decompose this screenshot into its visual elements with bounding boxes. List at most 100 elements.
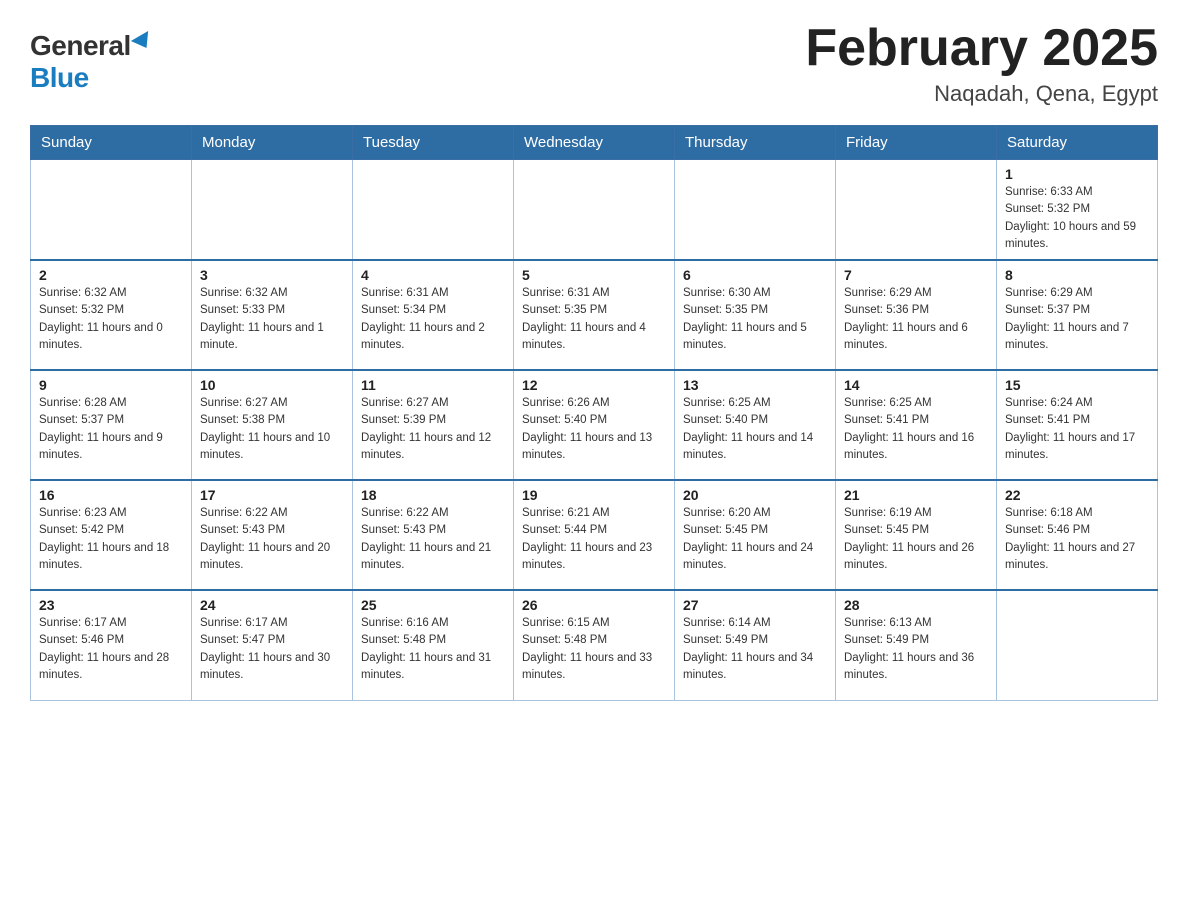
sunrise-text: Sunrise: 6:26 AM <box>522 395 666 412</box>
day-info: Sunrise: 6:31 AMSunset: 5:35 PMDaylight:… <box>522 285 666 354</box>
sunrise-text: Sunrise: 6:20 AM <box>683 505 827 522</box>
day-number: 2 <box>39 267 183 283</box>
day-number: 13 <box>683 377 827 393</box>
calendar-day-cell: 8Sunrise: 6:29 AMSunset: 5:37 PMDaylight… <box>997 260 1158 370</box>
calendar-day-cell: 9Sunrise: 6:28 AMSunset: 5:37 PMDaylight… <box>31 370 192 480</box>
calendar-day-cell: 18Sunrise: 6:22 AMSunset: 5:43 PMDayligh… <box>353 480 514 590</box>
daylight-text: Daylight: 11 hours and 21 minutes. <box>361 540 505 575</box>
day-info: Sunrise: 6:31 AMSunset: 5:34 PMDaylight:… <box>361 285 505 354</box>
day-number: 22 <box>1005 487 1149 503</box>
sunset-text: Sunset: 5:40 PM <box>522 412 666 429</box>
day-number: 21 <box>844 487 988 503</box>
sunset-text: Sunset: 5:39 PM <box>361 412 505 429</box>
day-info: Sunrise: 6:13 AMSunset: 5:49 PMDaylight:… <box>844 615 988 684</box>
day-info: Sunrise: 6:27 AMSunset: 5:39 PMDaylight:… <box>361 395 505 464</box>
header-wednesday: Wednesday <box>514 126 675 160</box>
sunrise-text: Sunrise: 6:28 AM <box>39 395 183 412</box>
sunset-text: Sunset: 5:33 PM <box>200 302 344 319</box>
daylight-text: Daylight: 11 hours and 17 minutes. <box>1005 430 1149 465</box>
daylight-text: Daylight: 11 hours and 36 minutes. <box>844 650 988 685</box>
calendar-day-cell <box>514 160 675 261</box>
sunrise-text: Sunrise: 6:27 AM <box>200 395 344 412</box>
sunset-text: Sunset: 5:36 PM <box>844 302 988 319</box>
sunrise-text: Sunrise: 6:33 AM <box>1005 184 1149 201</box>
sunrise-text: Sunrise: 6:22 AM <box>361 505 505 522</box>
day-info: Sunrise: 6:27 AMSunset: 5:38 PMDaylight:… <box>200 395 344 464</box>
sunset-text: Sunset: 5:46 PM <box>1005 522 1149 539</box>
sunrise-text: Sunrise: 6:24 AM <box>1005 395 1149 412</box>
header-friday: Friday <box>836 126 997 160</box>
day-number: 14 <box>844 377 988 393</box>
calendar-week-row: 16Sunrise: 6:23 AMSunset: 5:42 PMDayligh… <box>31 480 1158 590</box>
calendar-week-row: 23Sunrise: 6:17 AMSunset: 5:46 PMDayligh… <box>31 590 1158 700</box>
day-number: 11 <box>361 377 505 393</box>
day-number: 17 <box>200 487 344 503</box>
sunset-text: Sunset: 5:37 PM <box>39 412 183 429</box>
day-number: 9 <box>39 377 183 393</box>
day-number: 25 <box>361 597 505 613</box>
logo-general-text: General <box>30 30 131 62</box>
day-info: Sunrise: 6:19 AMSunset: 5:45 PMDaylight:… <box>844 505 988 574</box>
sunset-text: Sunset: 5:44 PM <box>522 522 666 539</box>
sunset-text: Sunset: 5:41 PM <box>844 412 988 429</box>
sunset-text: Sunset: 5:48 PM <box>522 632 666 649</box>
day-info: Sunrise: 6:30 AMSunset: 5:35 PMDaylight:… <box>683 285 827 354</box>
sunrise-text: Sunrise: 6:32 AM <box>200 285 344 302</box>
calendar-header-row: Sunday Monday Tuesday Wednesday Thursday… <box>31 126 1158 160</box>
daylight-text: Daylight: 11 hours and 12 minutes. <box>361 430 505 465</box>
daylight-text: Daylight: 11 hours and 10 minutes. <box>200 430 344 465</box>
day-info: Sunrise: 6:29 AMSunset: 5:36 PMDaylight:… <box>844 285 988 354</box>
sunrise-text: Sunrise: 6:23 AM <box>39 505 183 522</box>
calendar-day-cell: 11 Sunrise: 6:27 AMSunset: 5:39 PMDayligh… <box>353 370 514 480</box>
daylight-text: Daylight: 10 hours and 59 minutes. <box>1005 219 1149 254</box>
page-subtitle: Naqadah, Qena, Egypt <box>805 81 1158 107</box>
day-number: 1 <box>1005 166 1149 182</box>
calendar-day-cell: 12Sunrise: 6:26 AMSunset: 5:40 PMDayligh… <box>514 370 675 480</box>
sunrise-text: Sunrise: 6:31 AM <box>361 285 505 302</box>
calendar-week-row: 9 Sunrise: 6:28 AMSunset: 5:37 PM Daylight… <box>31 370 1158 480</box>
daylight-text: Daylight: 11 hours and 27 minutes. <box>1005 540 1149 575</box>
calendar-day-cell: 19 Sunrise: 6:21 AMSunset: 5:44 PMDayligh… <box>514 480 675 590</box>
day-number: 7 <box>844 267 988 283</box>
day-info: Sunrise: 6:32 AMSunset: 5:32 PMDaylight:… <box>39 285 183 354</box>
daylight-text: Daylight: 11 hours and 18 minutes. <box>39 540 183 575</box>
sunrise-text: Sunrise: 6:25 AM <box>683 395 827 412</box>
sunset-text: Sunset: 5:45 PM <box>683 522 827 539</box>
daylight-text: Daylight: 11 hours and 4 minutes. <box>522 320 666 355</box>
daylight-text: Daylight: 11 hours and 13 minutes. <box>522 430 666 465</box>
sunset-text: Sunset: 5:49 PM <box>683 632 827 649</box>
daylight-text: Daylight: 11 hours and 33 minutes. <box>522 650 666 685</box>
day-number: 23 <box>39 597 183 613</box>
calendar-day-cell: 25Sunrise: 6:16 AMSunset: 5:48 PMDayligh… <box>353 590 514 700</box>
day-number: 10 <box>200 377 344 393</box>
day-number: 19 <box>522 487 666 503</box>
calendar-table: Sunday Monday Tuesday Wednesday Thursday… <box>30 125 1158 701</box>
day-number: 27 <box>683 597 827 613</box>
calendar-day-cell: 3Sunrise: 6:32 AMSunset: 5:33 PMDaylight… <box>192 260 353 370</box>
day-number: 28 <box>844 597 988 613</box>
day-info: Sunrise: 6:24 AMSunset: 5:41 PMDaylight:… <box>1005 395 1149 464</box>
calendar-day-cell: 2 Sunrise: 6:32 AMSunset: 5:32 PMDaylight… <box>31 260 192 370</box>
header-sunday: Sunday <box>31 126 192 160</box>
day-number: 4 <box>361 267 505 283</box>
day-info: Sunrise: 6:21 AMSunset: 5:44 PMDaylight:… <box>522 505 666 574</box>
daylight-text: Daylight: 11 hours and 7 minutes. <box>1005 320 1149 355</box>
sunrise-text: Sunrise: 6:29 AM <box>844 285 988 302</box>
sunrise-text: Sunrise: 6:17 AM <box>39 615 183 632</box>
sunrise-text: Sunrise: 6:25 AM <box>844 395 988 412</box>
calendar-day-cell: 21 Sunrise: 6:19 AMSunset: 5:45 PMDayligh… <box>836 480 997 590</box>
daylight-text: Daylight: 11 hours and 28 minutes. <box>39 650 183 685</box>
sunrise-text: Sunrise: 6:31 AM <box>522 285 666 302</box>
calendar-day-cell: 26Sunrise: 6:15 AMSunset: 5:48 PMDayligh… <box>514 590 675 700</box>
sunrise-text: Sunrise: 6:18 AM <box>1005 505 1149 522</box>
day-info: Sunrise: 6:25 AMSunset: 5:41 PMDaylight:… <box>844 395 988 464</box>
day-number: 26 <box>522 597 666 613</box>
sunset-text: Sunset: 5:32 PM <box>39 302 183 319</box>
calendar-week-row: 1Sunrise: 6:33 AMSunset: 5:32 PMDaylight… <box>31 160 1158 261</box>
sunrise-text: Sunrise: 6:19 AM <box>844 505 988 522</box>
calendar-day-cell: 15Sunrise: 6:24 AMSunset: 5:41 PMDayligh… <box>997 370 1158 480</box>
day-info: Sunrise: 6:14 AMSunset: 5:49 PMDaylight:… <box>683 615 827 684</box>
calendar-day-cell <box>192 160 353 261</box>
sunrise-text: Sunrise: 6:22 AM <box>200 505 344 522</box>
logo: General Blue <box>30 30 153 94</box>
